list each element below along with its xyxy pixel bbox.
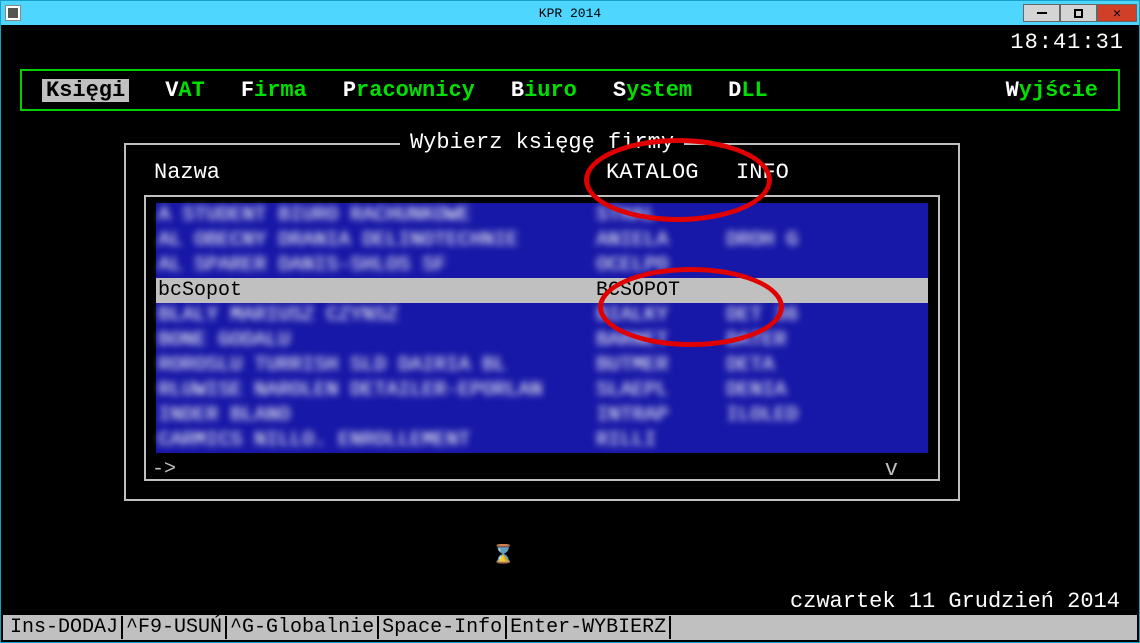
row-name: AL SPARER DANIS-SHLOS SF [156,254,596,277]
hint-delete: ^F9-USUŃ [123,616,227,639]
list-row[interactable]: bcSopotBCSOPOT [156,278,928,303]
hint-insert: Ins-DODAJ [7,616,123,639]
col-katalog: KATALOG [606,161,736,184]
hourglass-icon: ⌛ [492,545,514,568]
list-row[interactable]: RLUWISE NAROLEN DETAILER-EPORLANSLAEPLDE… [156,378,928,403]
listbox[interactable]: A STUDENT BIURO RACHUNKOWESTHALAL OBECNY… [144,195,940,481]
row-info: DENIA [726,379,856,402]
hint-global: ^G-Globalnie [227,616,379,639]
scroll-left-indicator: -> [152,458,176,481]
row-info: DATER [726,329,856,352]
col-nazwa: Nazwa [154,161,606,184]
list-row[interactable]: BLALY MARIUSZ CZYNSZBIALKYDET 36 [156,303,928,328]
window-title: KPR 2014 [539,6,601,21]
dialog-title: Wybierz księgę firmy [400,131,684,154]
row-katalog: BARNET [596,329,726,352]
row-info: DROH G [726,229,856,252]
hint-info: Space-Info [379,616,507,639]
menubar: Księgi VAT Firma Pracownicy Biuro System… [20,69,1120,111]
app-window: KPR 2014 ✕ 18:41:31 Księgi VAT Firma Pra… [0,0,1140,643]
scroll-down-indicator[interactable]: v [885,458,898,481]
col-info: INFO [736,161,836,184]
row-katalog: BUTMER [596,354,726,377]
maximize-button[interactable] [1060,4,1097,22]
menu-pracownicy[interactable]: Pracownicy [343,79,475,102]
row-name: bcSopot [156,279,596,302]
row-name: AL OBECNY DRANIA DELINOTECHNIE [156,229,596,252]
list-row[interactable]: ROROSLU TURRISH SLD DAIRIA BLBUTMERDETA [156,353,928,378]
list-row[interactable]: CARMICS NILLO. ENROLLEMENTRILLI [156,428,928,453]
row-name: ROROSLU TURRISH SLD DAIRIA BL [156,354,596,377]
row-name: RLUWISE NAROLEN DETAILER-EPORLAN [156,379,596,402]
row-info: DET 36 [726,304,856,327]
clock: 18:41:31 [1010,31,1124,54]
row-info: DETA [726,354,856,377]
list-row[interactable]: AL OBECNY DRANIA DELINOTECHNIEANIELADROH… [156,228,928,253]
row-katalog: STHAL [596,204,726,227]
menu-firma[interactable]: Firma [241,79,307,102]
row-katalog: BIALKY [596,304,726,327]
list-row[interactable]: BONE GODALUBARNETDATER [156,328,928,353]
list-row[interactable]: A STUDENT BIURO RACHUNKOWESTHAL [156,203,928,228]
list-row[interactable]: AL SPARER DANIS-SHLOS SFOCELPO [156,253,928,278]
row-name: A STUDENT BIURO RACHUNKOWE [156,204,596,227]
close-button[interactable]: ✕ [1097,4,1137,22]
menu-system[interactable]: System [613,79,692,102]
status-bar: Ins-DODAJ ^F9-USUŃ ^G-Globalnie Space-In… [3,615,1137,640]
menu-ksiegi[interactable]: Księgi [42,79,129,102]
row-name: BLALY MARIUSZ CZYNSZ [156,304,596,327]
row-name: CARMICS NILLO. ENROLLEMENT [156,429,596,452]
menu-biuro[interactable]: Biuro [511,79,577,102]
terminal-area: 18:41:31 Księgi VAT Firma Pracownicy Biu… [2,25,1138,641]
menu-wyjscie[interactable]: Wyjście [1006,79,1098,102]
row-name: BONE GODALU [156,329,596,352]
titlebar[interactable]: KPR 2014 ✕ [1,1,1139,25]
column-headers: Nazwa KATALOG INFO [154,161,930,184]
hint-enter: Enter-WYBIERZ [507,616,671,639]
row-katalog: SLAEPL [596,379,726,402]
menu-vat[interactable]: VAT [165,79,205,102]
select-book-dialog: Wybierz księgę firmy Nazwa KATALOG INFO … [124,143,960,501]
row-katalog: INTRAP [596,404,726,427]
row-info: ILOLED [726,404,856,427]
row-katalog: ANIELA [596,229,726,252]
menu-dll[interactable]: DLL [728,79,768,102]
row-katalog: OCELPO [596,254,726,277]
row-katalog: BCSOPOT [596,279,726,302]
row-katalog: RILLI [596,429,726,452]
app-icon [5,5,21,21]
minimize-button[interactable] [1023,4,1060,22]
row-name: INDER BLANO [156,404,596,427]
list-row[interactable]: INDER BLANOINTRAPILOLED [156,403,928,428]
date-line: czwartek 11 Grudzień 2014 [790,590,1120,613]
